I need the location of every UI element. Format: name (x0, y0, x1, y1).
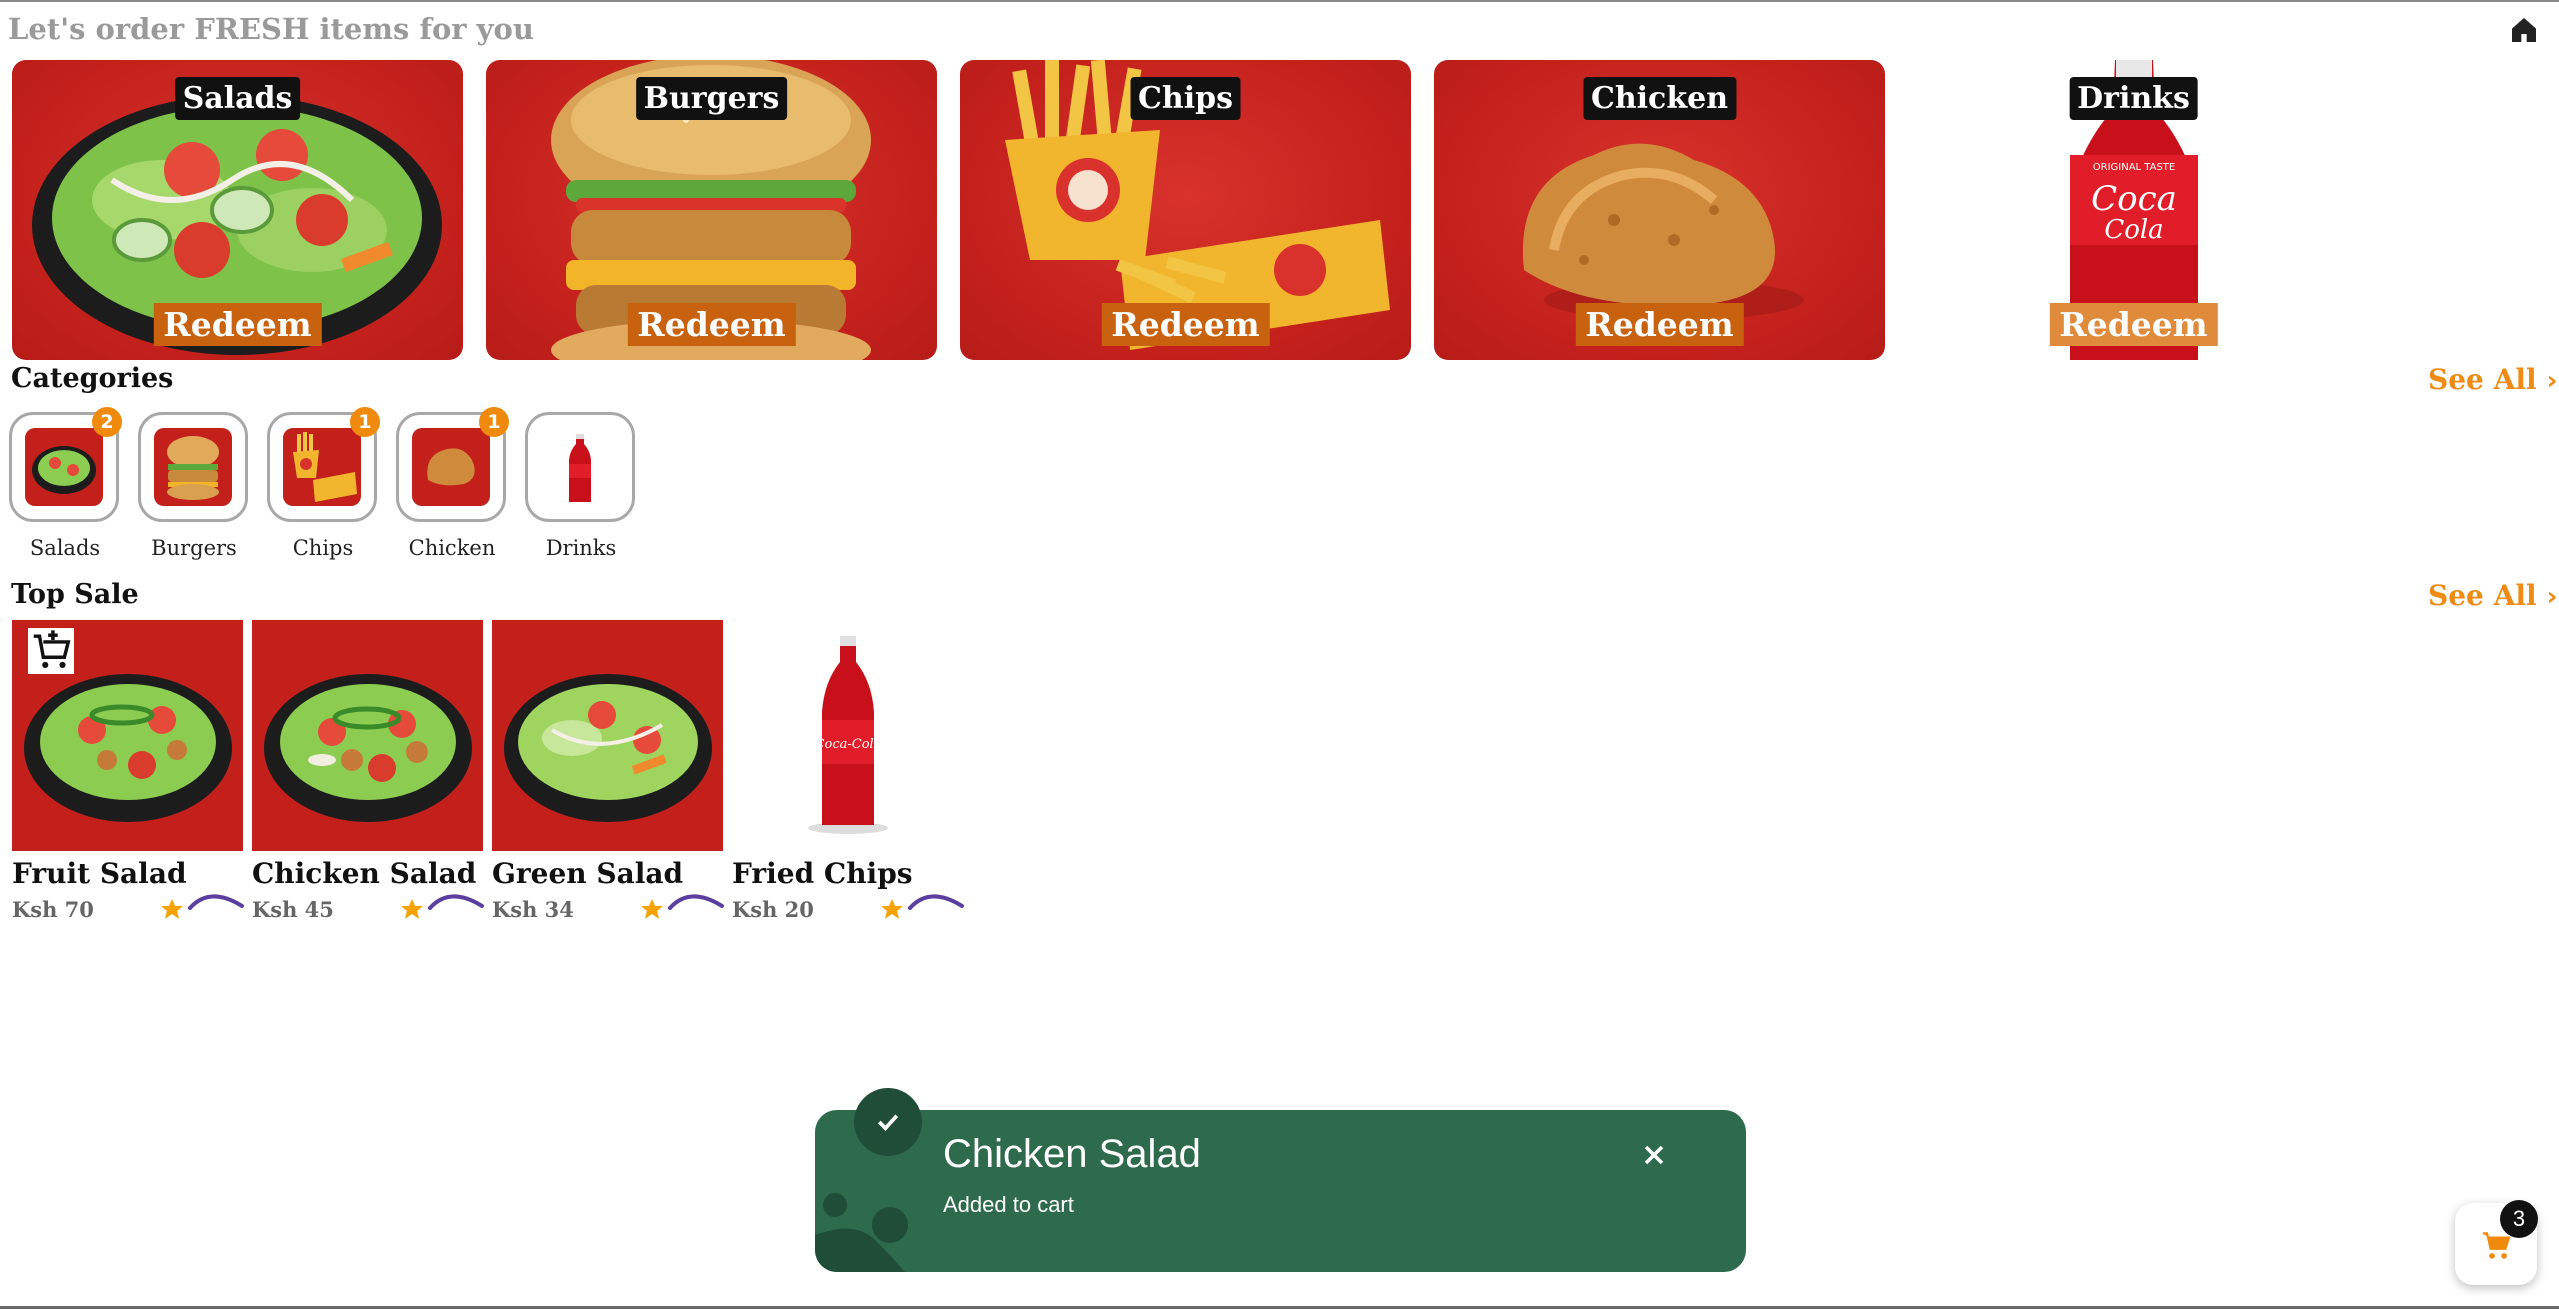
rating-indicator (161, 894, 244, 919)
redeem-button[interactable]: Redeem (1101, 303, 1270, 346)
product-price: Ksh 45 (252, 897, 334, 922)
chevron-right-icon: › (2546, 582, 2558, 612)
category-count-badge: 1 (479, 407, 509, 437)
star-icon (401, 899, 423, 919)
chips-thumbnail (283, 428, 361, 506)
categories-see-all-link[interactable]: See All › (2428, 363, 2557, 396)
home-icon[interactable] (2508, 14, 2540, 46)
add-to-cart-icon (33, 629, 71, 668)
check-icon (854, 1088, 922, 1156)
product-price: Ksh 34 (492, 897, 574, 922)
close-icon[interactable] (1637, 1138, 1671, 1172)
star-icon (641, 899, 663, 919)
svg-text:Coca: Coca (2091, 179, 2177, 219)
product-price: Ksh 20 (732, 897, 814, 922)
loading-spinner-icon (428, 894, 484, 910)
categories-title: Categories (11, 363, 174, 394)
banner-burgers[interactable]: Burgers Redeem (486, 60, 937, 360)
top-sale-see-all-link[interactable]: See All › (2428, 579, 2557, 612)
banner-chicken[interactable]: Chicken Redeem (1434, 60, 1885, 360)
star-icon (161, 899, 183, 919)
svg-text:Cola: Cola (2104, 215, 2163, 245)
product-name: Chicken Salad (252, 857, 477, 890)
redeem-button[interactable]: Redeem (627, 303, 796, 346)
redeem-button[interactable]: Redeem (2049, 303, 2218, 346)
banner-label: Burgers (635, 77, 788, 120)
rating-indicator (641, 894, 724, 919)
page-title: Let's order FRESH items for you (8, 12, 534, 46)
rating-indicator (881, 894, 964, 919)
category-label: Chips (292, 536, 354, 560)
banner-label: Chicken (1582, 77, 1737, 120)
product-image-fried-chips[interactable]: Coca-Cola (732, 620, 963, 851)
banner-drinks[interactable]: Coca Cola ORIGINAL TASTE Drinks Redeem (1908, 60, 2359, 360)
banner-label: Chips (1130, 77, 1241, 120)
toast-title: Chicken Salad (943, 1132, 1201, 1176)
redeem-button[interactable]: Redeem (1575, 303, 1744, 346)
product-name: Fruit Salad (12, 857, 187, 890)
loading-spinner-icon (668, 894, 724, 910)
category-chips[interactable]: 1 (267, 407, 380, 522)
salad-thumbnail (25, 428, 103, 506)
banner-label: Drinks (2069, 77, 2198, 120)
loading-spinner-icon (908, 894, 964, 910)
category-label: Chicken (408, 536, 496, 560)
product-price: Ksh 70 (12, 897, 94, 922)
top-sale-title: Top Sale (11, 579, 139, 610)
product-image-chicken-salad[interactable] (252, 620, 483, 851)
burger-thumbnail (154, 428, 232, 506)
star-icon (881, 899, 903, 919)
product-name: Fried Chips (732, 857, 913, 890)
see-all-label: See All (2428, 579, 2537, 612)
add-to-cart-button[interactable] (28, 628, 74, 674)
category-count-badge: 2 (92, 407, 122, 437)
category-count-badge: 1 (350, 407, 380, 437)
category-chicken[interactable]: 1 (396, 407, 509, 522)
redeem-button[interactable]: Redeem (153, 303, 322, 346)
banner-salads[interactable]: Salads Redeem (12, 60, 463, 360)
category-label: Salads (29, 536, 101, 560)
product-image-fruit-salad[interactable] (12, 620, 243, 851)
svg-text:ORIGINAL TASTE: ORIGINAL TASTE (2093, 162, 2176, 173)
banner-label: Salads (174, 77, 301, 120)
see-all-label: See All (2428, 363, 2537, 396)
cart-count-badge: 3 (2500, 1200, 2538, 1238)
category-burgers[interactable] (138, 412, 248, 522)
loading-spinner-icon (188, 894, 244, 910)
chevron-right-icon: › (2546, 366, 2558, 396)
category-label: Drinks (545, 536, 617, 560)
rating-indicator (401, 894, 484, 919)
svg-text:Coca-Cola: Coca-Cola (815, 737, 882, 752)
product-name: Green Salad (492, 857, 684, 890)
category-drinks[interactable] (525, 412, 635, 522)
drinks-thumbnail (541, 428, 619, 506)
top-border (0, 0, 2559, 2)
category-label: Burgers (151, 536, 237, 560)
category-salads[interactable]: 2 (9, 407, 122, 522)
product-image-green-salad[interactable] (492, 620, 723, 851)
banner-chips[interactable]: Chips Redeem (960, 60, 1411, 360)
added-to-cart-toast: Chicken Salad Added to cart (815, 1088, 1746, 1272)
toast-message: Added to cart (943, 1192, 1074, 1217)
chicken-thumbnail (412, 428, 490, 506)
